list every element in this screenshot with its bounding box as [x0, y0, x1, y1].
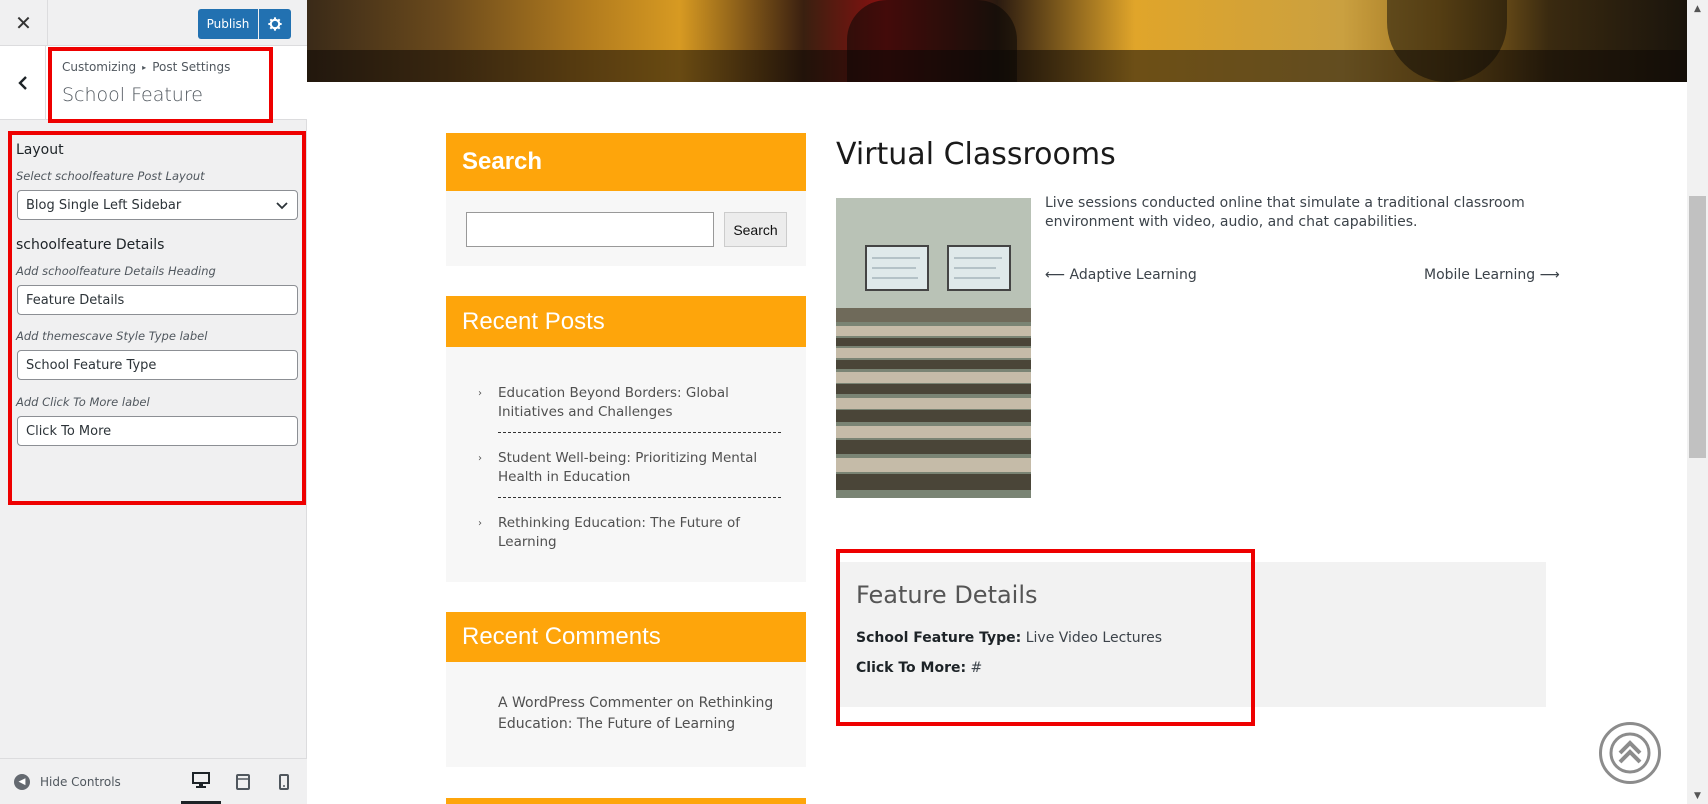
recent-post-title: Education Beyond Borders: Global Initiat…	[498, 385, 729, 420]
feature-details-heading: Feature Details	[856, 581, 1038, 609]
click-more-label: Click To More:	[856, 660, 967, 676]
gear-icon	[268, 17, 282, 31]
customizer-header: ✕ Publish	[0, 0, 307, 46]
section-header: Customizing ▸ Post Settings School Feature	[0, 46, 307, 120]
publish-settings-button[interactable]	[259, 9, 291, 39]
hide-controls-icon: ◀	[14, 774, 30, 790]
recent-comment: A WordPress Commenter on Rethinking Educ…	[498, 693, 798, 735]
feature-type-line: School Feature Type: Live Video Lectures	[856, 630, 1162, 646]
previous-post-link[interactable]: ⟵ Adaptive Learning	[1045, 267, 1197, 283]
close-button[interactable]: ✕	[0, 0, 48, 46]
preview-mobile-button[interactable]	[264, 759, 304, 804]
recent-post-title: Rethinking Education: The Future of Lear…	[498, 515, 740, 550]
type-label-description: Add themescave Style Type label	[16, 329, 208, 343]
search-widget: Search Search	[446, 133, 806, 266]
recent-post-link[interactable]: › Rethinking Education: The Future of Le…	[478, 514, 781, 552]
scrollbar-thumb[interactable]	[1689, 196, 1706, 458]
lecture-hall-image	[836, 198, 1031, 498]
recent-post-link[interactable]: › Student Well-being: Prioritizing Menta…	[478, 449, 781, 487]
comment-on-text: on	[676, 695, 695, 711]
post-title: Virtual Classrooms	[836, 137, 1116, 172]
feature-type-label: School Feature Type:	[856, 630, 1022, 646]
preview-tablet-button[interactable]	[223, 759, 263, 804]
more-label-input-value: Click To More	[26, 423, 112, 439]
back-to-top-button[interactable]	[1599, 722, 1661, 784]
next-post-link[interactable]: Mobile Learning ⟶	[1424, 267, 1560, 283]
layout-title: Layout	[16, 142, 64, 158]
hide-controls-button[interactable]: ◀ Hide Controls	[14, 774, 121, 790]
preview-desktop-button[interactable]	[181, 759, 221, 804]
details-heading-input[interactable]: Feature Details	[17, 285, 298, 315]
hero-image	[307, 0, 1687, 82]
type-label-input[interactable]: School Feature Type	[17, 350, 298, 380]
layout-select[interactable]: Blog Single Left Sidebar	[17, 190, 298, 220]
chevron-down-icon	[276, 202, 288, 210]
search-button[interactable]: Search	[724, 212, 787, 247]
divider	[498, 432, 781, 433]
bullet-icon: ›	[478, 453, 482, 464]
customizer-footer: ◀ Hide Controls	[0, 758, 307, 804]
recent-posts-title: Recent Posts	[446, 296, 806, 347]
comment-author-link[interactable]: A WordPress Commenter	[498, 695, 672, 711]
search-widget-title: Search	[446, 133, 806, 191]
bullet-icon: ›	[478, 518, 482, 529]
breadcrumb-separator-icon: ▸	[142, 63, 147, 72]
layout-description: Select schoolfeature Post Layout	[16, 169, 205, 183]
next-widget-header	[446, 798, 806, 804]
click-more-value[interactable]: #	[971, 660, 983, 676]
scroll-down-icon[interactable]: ▼	[1687, 787, 1708, 804]
recent-comments-title: Recent Comments	[446, 612, 806, 662]
section-title: School Feature	[62, 84, 203, 106]
type-label-input-value: School Feature Type	[26, 357, 157, 373]
mobile-icon	[279, 774, 289, 790]
breadcrumb: Customizing ▸ Post Settings	[62, 60, 230, 74]
click-more-line: Click To More: #	[856, 660, 982, 676]
controls-panel: Layout Select schoolfeature Post Layout …	[8, 131, 306, 505]
more-label-input[interactable]: Click To More	[17, 416, 298, 446]
site-preview: Search Search Recent Posts › Education B…	[307, 0, 1708, 804]
post-thumbnail	[836, 198, 1031, 498]
more-label-description: Add Click To More label	[16, 395, 150, 409]
preview-scrollbar[interactable]: ▲ ▼	[1687, 0, 1708, 804]
recent-comments-widget: Recent Comments A WordPress Commenter on…	[446, 612, 806, 767]
breadcrumb-root: Customizing	[62, 60, 137, 74]
hide-controls-label: Hide Controls	[40, 775, 121, 789]
publish-button[interactable]: Publish	[198, 9, 258, 39]
breadcrumb-parent: Post Settings	[152, 60, 231, 74]
layout-select-value: Blog Single Left Sidebar	[26, 197, 182, 213]
desktop-icon	[192, 772, 210, 788]
heading-description: Add schoolfeature Details Heading	[16, 264, 216, 278]
back-to-top-icon	[1609, 732, 1651, 774]
scroll-up-icon[interactable]: ▲	[1687, 0, 1708, 17]
chevron-left-icon	[17, 76, 27, 90]
close-icon: ✕	[15, 11, 32, 35]
divider	[498, 497, 781, 498]
post-excerpt: Live sessions conducted online that simu…	[1045, 195, 1525, 230]
details-title: schoolfeature Details	[16, 237, 165, 253]
details-heading-input-value: Feature Details	[26, 292, 125, 308]
tablet-icon	[236, 774, 250, 790]
bullet-icon: ›	[478, 388, 482, 399]
search-input[interactable]	[466, 212, 714, 247]
recent-posts-widget: Recent Posts › Education Beyond Borders:…	[446, 296, 806, 582]
feature-type-value: Live Video Lectures	[1025, 630, 1163, 646]
back-button[interactable]	[0, 46, 46, 120]
recent-post-title: Student Well-being: Prioritizing Mental …	[498, 450, 758, 485]
customizer-sidebar: ✕ Publish Customizing ▸ Post Settings Sc…	[0, 0, 307, 804]
recent-post-link[interactable]: › Education Beyond Borders: Global Initi…	[478, 384, 781, 422]
